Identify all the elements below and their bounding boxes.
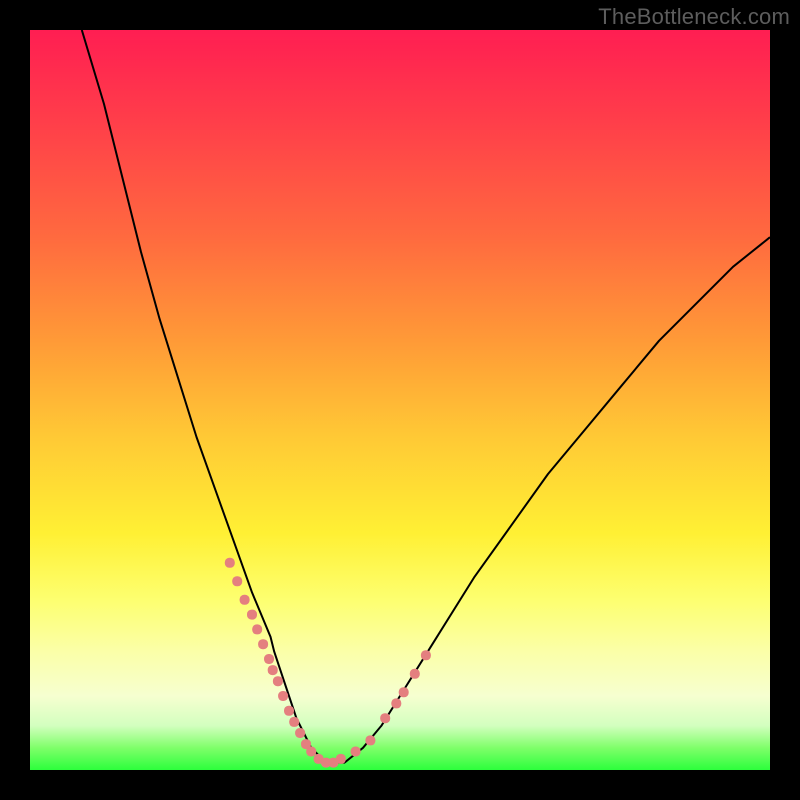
marker-group [225, 558, 431, 768]
marker-point [365, 735, 375, 745]
marker-point [225, 558, 235, 568]
marker-point [399, 687, 409, 697]
watermark-text: TheBottleneck.com [598, 4, 790, 30]
marker-point [284, 706, 294, 716]
marker-point [410, 669, 420, 679]
marker-point [351, 747, 361, 757]
marker-point [247, 610, 257, 620]
marker-point [232, 576, 242, 586]
marker-point [268, 665, 278, 675]
plot-area [30, 30, 770, 770]
marker-point [391, 698, 401, 708]
marker-point [306, 747, 316, 757]
marker-point [240, 595, 250, 605]
marker-point [421, 650, 431, 660]
marker-point [380, 713, 390, 723]
marker-point [252, 624, 262, 634]
marker-point [258, 639, 268, 649]
marker-point [295, 728, 305, 738]
marker-point [336, 754, 346, 764]
chart-svg [30, 30, 770, 770]
marker-point [278, 691, 288, 701]
marker-point [273, 676, 283, 686]
marker-point [264, 654, 274, 664]
chart-frame: TheBottleneck.com [0, 0, 800, 800]
marker-point [289, 717, 299, 727]
